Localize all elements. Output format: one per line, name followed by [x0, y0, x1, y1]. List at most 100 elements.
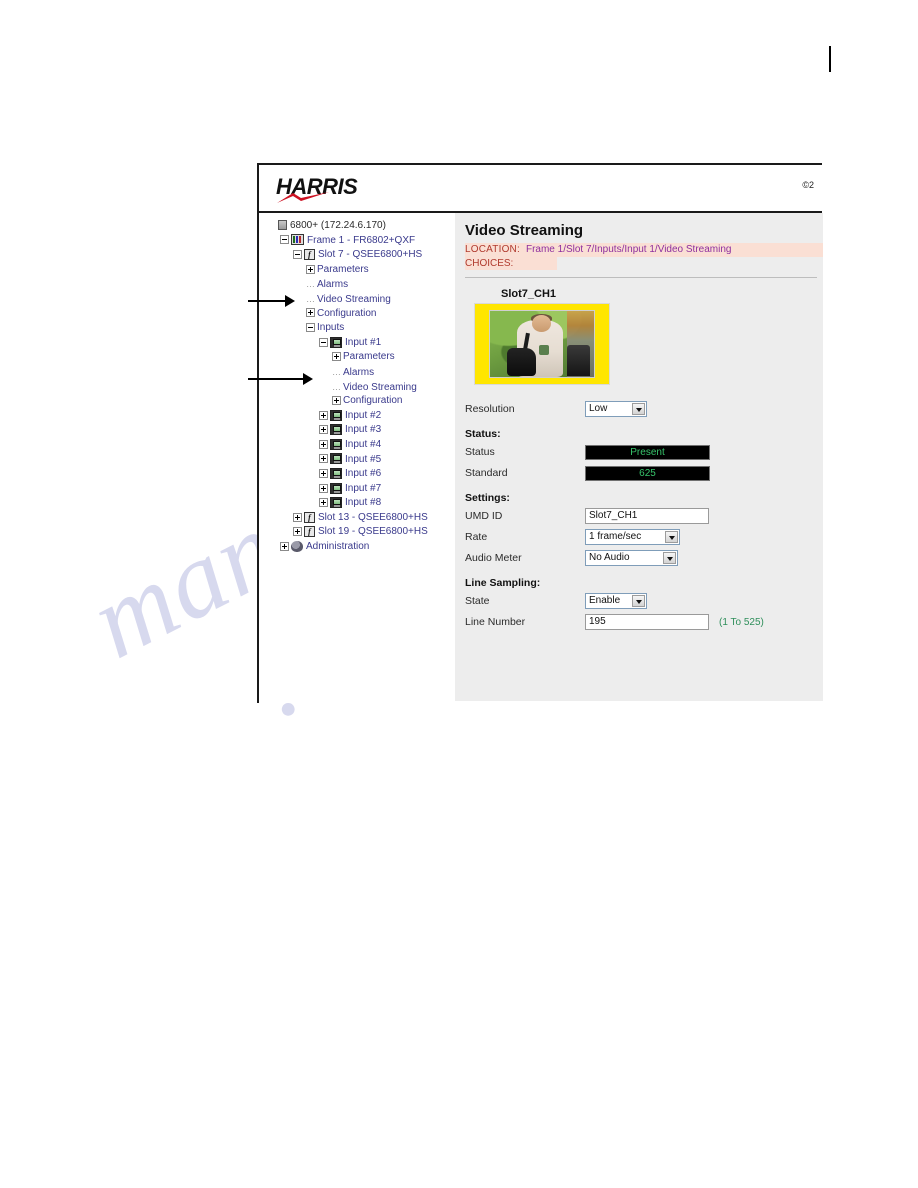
navigation-tree[interactable]: 6800+ (172.24.6.170) Frame 1 - FR6802+QXF… [259, 213, 453, 703]
content-pane: Video Streaming LOCATION: Frame 1/Slot 7/… [455, 213, 823, 701]
tree-node[interactable]: Input #5 [263, 453, 453, 468]
tree-connector: … [332, 366, 341, 377]
tree-node[interactable]: Inputs [263, 321, 453, 336]
rate-label: Rate [465, 531, 488, 543]
resolution-label: Resolution [465, 403, 515, 415]
video-thumbnail-frame[interactable] [474, 303, 610, 385]
annotation-arrow-2 [248, 373, 313, 385]
line-number-label: Line Number [465, 616, 526, 628]
tree-node-label: Parameters [317, 263, 369, 275]
tree-node-label: Slot 13 - QSEE6800+HS [318, 511, 428, 523]
tree-node-label: Administration [306, 541, 370, 553]
chevron-down-icon[interactable] [663, 552, 676, 564]
expand-icon[interactable] [306, 264, 315, 274]
expand-icon[interactable] [319, 468, 328, 478]
tree-node-label: Alarms [317, 279, 349, 291]
line-number-input[interactable]: 195 [585, 614, 709, 630]
chevron-down-icon[interactable] [665, 531, 678, 543]
settings-group-header: Settings: [465, 492, 510, 504]
collapse-icon[interactable] [280, 235, 289, 245]
location-label: LOCATION: [465, 244, 520, 255]
expand-icon[interactable] [293, 512, 302, 522]
expand-icon[interactable] [332, 352, 341, 362]
state-value: Enable [589, 595, 621, 606]
video-preview-thumbnail[interactable] [489, 310, 595, 378]
tree-node[interactable]: Parameters [263, 350, 453, 365]
rate-value: 1 frame/sec [589, 531, 642, 542]
tree-node[interactable]: Input #1 [263, 336, 453, 351]
tree-node[interactable]: Frame 1 - FR6802+QXF [263, 234, 453, 249]
tree-node[interactable]: Input #4 [263, 438, 453, 453]
state-select[interactable]: Enable [585, 593, 647, 609]
tree-node[interactable]: f Slot 13 - QSEE6800+HS [263, 511, 453, 526]
tree-node[interactable]: Input #8 [263, 496, 453, 511]
expand-icon[interactable] [319, 498, 328, 508]
tree-node[interactable]: … Video Streaming [263, 380, 453, 395]
location-row: LOCATION: Frame 1/Slot 7/Inputs/Input 1/V… [465, 243, 823, 257]
brand-header: HARRIS ©2 [259, 165, 822, 211]
tree-node-label: Input #4 [345, 438, 382, 450]
tree-node-label: Input #3 [345, 424, 382, 436]
monitor-icon [330, 336, 342, 348]
status-group-header: Status: [465, 428, 501, 440]
tree-node[interactable]: f Slot 7 - QSEE6800+HS [263, 248, 453, 263]
thumbnail-chair [566, 345, 590, 376]
tree-node-label: Input #5 [345, 453, 382, 465]
thumbnail-bag [506, 347, 536, 376]
tree-connector: … [306, 279, 315, 290]
tree-node-label: Input #7 [345, 482, 382, 494]
tree-node[interactable]: … Alarms [263, 277, 453, 292]
expand-icon[interactable] [319, 410, 328, 420]
tree-node-label: Frame 1 - FR6802+QXF [307, 234, 416, 246]
state-row: State Enable [465, 591, 823, 611]
tree-node[interactable]: Configuration [263, 307, 453, 322]
collapse-icon[interactable] [306, 323, 315, 333]
expand-icon[interactable] [319, 454, 328, 464]
monitor-icon [330, 482, 342, 494]
settings-form: Resolution Low Status: Status Present St… [465, 399, 823, 632]
tree-node-label: Input #2 [345, 409, 382, 421]
tree-connector: … [332, 381, 341, 392]
expand-icon[interactable] [293, 527, 302, 537]
status-label: Status [465, 446, 495, 458]
rate-row: Rate 1 frame/sec [465, 527, 823, 547]
tree-node[interactable]: Parameters [263, 263, 453, 278]
tree-node[interactable]: 6800+ (172.24.6.170) [263, 219, 453, 234]
standard-row: Standard 625 [465, 463, 823, 483]
expand-icon[interactable] [319, 425, 328, 435]
chevron-down-icon[interactable] [632, 403, 645, 415]
umd-id-row: UMD ID Slot7_CH1 [465, 506, 823, 526]
chevron-down-icon[interactable] [632, 595, 645, 607]
tree-node-label: Input #6 [345, 468, 382, 480]
annotation-arrow-1 [248, 295, 295, 307]
monitor-icon [330, 467, 342, 479]
expand-icon[interactable] [332, 395, 341, 405]
tree-node[interactable]: Input #3 [263, 423, 453, 438]
resolution-row: Resolution Low [465, 399, 823, 419]
collapse-icon[interactable] [293, 250, 302, 260]
status-value-display: Present [585, 444, 710, 460]
resolution-select[interactable]: Low [585, 401, 647, 417]
audio-meter-label: Audio Meter [465, 552, 522, 564]
tree-node-label: Inputs [317, 322, 345, 334]
collapse-icon[interactable] [319, 337, 328, 347]
tree-node-label: 6800+ (172.24.6.170) [290, 220, 386, 231]
tree-node[interactable]: f Slot 19 - QSEE6800+HS [263, 525, 453, 540]
tree-node[interactable]: Input #7 [263, 482, 453, 497]
tree-connector: … [306, 293, 315, 304]
rate-select[interactable]: 1 frame/sec [585, 529, 680, 545]
expand-icon[interactable] [306, 308, 315, 318]
thumbnail-shirt-logo [538, 345, 550, 355]
umd-id-input[interactable]: Slot7_CH1 [585, 508, 709, 524]
tree-node[interactable]: Configuration [263, 394, 453, 409]
server-icon [278, 220, 287, 231]
tree-node[interactable]: Input #6 [263, 467, 453, 482]
monitor-icon [330, 438, 342, 450]
tree-node[interactable]: Administration [263, 540, 453, 555]
expand-icon[interactable] [319, 439, 328, 449]
expand-icon[interactable] [280, 541, 289, 551]
audio-meter-select[interactable]: No Audio [585, 550, 678, 566]
expand-icon[interactable] [319, 483, 328, 493]
tree-node[interactable]: Input #2 [263, 409, 453, 424]
tree-node-label: Video Streaming [343, 381, 417, 393]
